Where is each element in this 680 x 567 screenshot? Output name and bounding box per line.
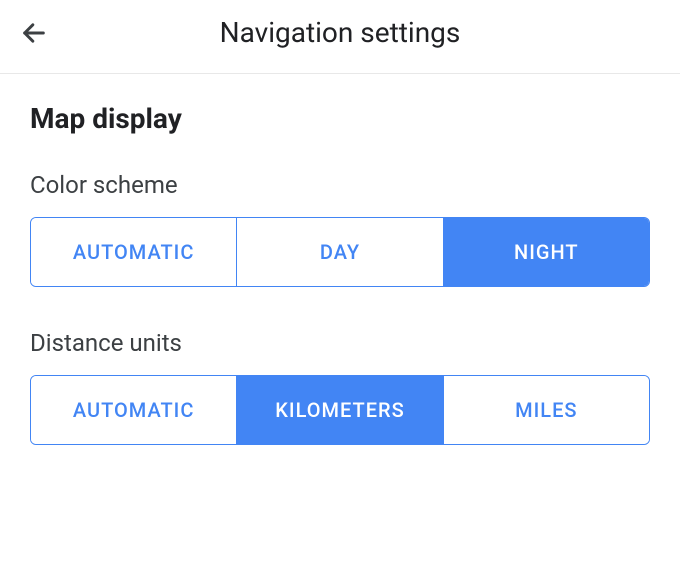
color-scheme-option-night[interactable]: NIGHT: [444, 218, 649, 286]
color-scheme-option-day[interactable]: DAY: [237, 218, 443, 286]
color-scheme-label: Color scheme: [30, 171, 650, 199]
color-scheme-segmented: AUTOMATIC DAY NIGHT: [30, 217, 650, 287]
header: Navigation settings: [0, 0, 680, 74]
distance-units-segmented: AUTOMATIC KILOMETERS MILES: [30, 375, 650, 445]
distance-units-option-miles[interactable]: MILES: [444, 376, 649, 444]
page-title: Navigation settings: [48, 16, 632, 49]
distance-units-option-kilometers[interactable]: KILOMETERS: [237, 376, 443, 444]
back-arrow-icon[interactable]: [20, 19, 48, 47]
distance-units-label: Distance units: [30, 329, 650, 357]
section-heading: Map display: [30, 102, 650, 135]
color-scheme-option-automatic[interactable]: AUTOMATIC: [31, 218, 237, 286]
distance-units-option-automatic[interactable]: AUTOMATIC: [31, 376, 237, 444]
content: Map display Color scheme AUTOMATIC DAY N…: [0, 74, 680, 445]
